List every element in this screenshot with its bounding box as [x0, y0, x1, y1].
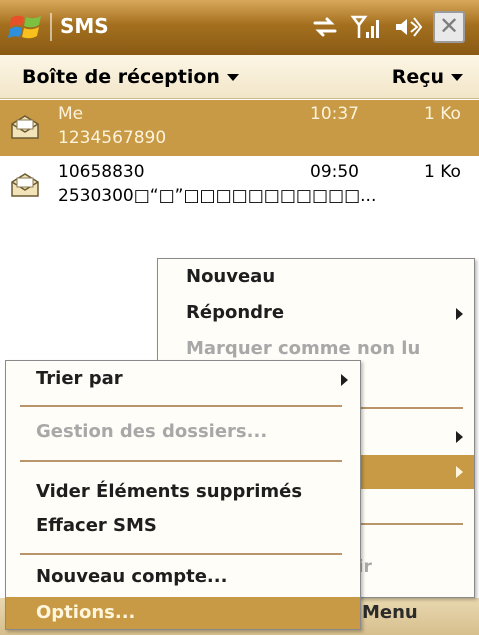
chevron-right-icon	[456, 466, 463, 478]
message-preview: 2530300□“□”□□□□□□□□□□□...	[58, 186, 377, 206]
message-preview: 1234567890	[58, 128, 167, 148]
menu-separator	[20, 405, 342, 407]
message-time: 10:37	[310, 104, 359, 124]
signal-icon[interactable]	[350, 12, 380, 42]
chevron-right-icon	[456, 308, 463, 320]
menu-item-trier-par[interactable]: Trier par	[6, 363, 360, 397]
menu-item-repondre[interactable]: Répondre	[158, 297, 474, 331]
menu-item-options[interactable]: Options...	[6, 597, 360, 629]
menu-item-effacer-sms[interactable]: Effacer SMS	[6, 510, 360, 544]
title-separator	[50, 13, 52, 41]
chevron-down-icon	[451, 74, 463, 81]
title-bar: SMS ✕	[0, 0, 479, 55]
folder-dropdown[interactable]: Boîte de réception	[22, 66, 239, 88]
windows-start-icon[interactable]	[8, 10, 44, 44]
chevron-right-icon	[456, 431, 463, 443]
message-sender: Me	[58, 104, 84, 124]
filter-dropdown[interactable]: Reçu	[392, 66, 463, 88]
menu-softkey[interactable]: Menu	[362, 602, 418, 623]
menu-item-gestion-dossiers: Gestion des dossiers...	[36, 421, 268, 442]
app-title: SMS	[60, 14, 109, 38]
folder-label: Boîte de réception	[22, 66, 220, 88]
message-size: 1 Ko	[424, 162, 461, 182]
message-size: 1 Ko	[424, 104, 461, 124]
list-item[interactable]: 10658830 09:50 1 Ko 2530300□“□”□□□□□□□□□…	[0, 158, 479, 214]
menu-item-nouveau-compte[interactable]: Nouveau compte...	[6, 561, 360, 595]
volume-icon[interactable]	[392, 12, 422, 42]
open-envelope-icon	[11, 173, 39, 197]
chevron-right-icon	[341, 374, 348, 386]
folder-bar: Boîte de réception Reçu	[0, 55, 479, 99]
list-item[interactable]: Me 10:37 1 Ko 1234567890	[0, 100, 479, 156]
message-sender: 10658830	[58, 162, 145, 182]
message-time: 09:50	[310, 162, 359, 182]
filter-label: Reçu	[391, 66, 444, 88]
menu-separator	[20, 553, 342, 555]
menu-item-vider-supprimes[interactable]: Vider Éléments supprimés	[6, 476, 360, 510]
menu-item-nouveau[interactable]: Nouveau	[158, 261, 474, 295]
close-button[interactable]: ✕	[433, 11, 465, 43]
menu-separator	[20, 460, 342, 462]
chevron-down-icon	[226, 74, 239, 81]
sort-options-menu: Trier par Gestion des dossiers... Vider …	[5, 360, 361, 630]
sync-icon[interactable]	[310, 12, 340, 42]
open-envelope-icon	[11, 115, 39, 139]
